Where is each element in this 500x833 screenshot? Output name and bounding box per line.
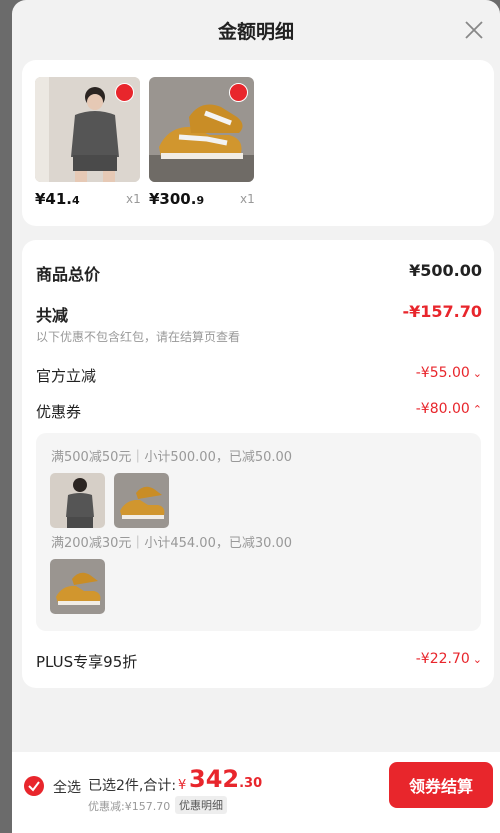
total-amount: 342.30 <box>189 765 263 793</box>
product-price: ¥41.4 <box>35 190 80 208</box>
coupon-product-thumb <box>50 559 105 614</box>
close-icon[interactable] <box>462 18 486 42</box>
selected-check-icon[interactable] <box>115 83 134 102</box>
product-image-tshirt[interactable] <box>35 77 140 182</box>
selected-check-icon[interactable] <box>229 83 248 102</box>
selected-count: 已选2件,合计: <box>88 778 177 794</box>
plus-value: -¥22.70 ⌄ <box>415 651 482 667</box>
coupon-product-thumb <box>50 473 105 528</box>
official-label: 官方立减 <box>36 367 97 385</box>
total-value: ¥500.00 <box>409 261 482 280</box>
discount-text: 优惠减:¥157.70 <box>88 800 171 813</box>
product-card: ¥41.4 x1 ¥300.9 x1 <box>22 60 494 226</box>
checkout-button[interactable]: 领券结算 <box>389 762 493 808</box>
coupon-value: -¥80.00 ⌃ <box>415 401 482 417</box>
price-summary-card: 商品总价 ¥500.00 共减 -¥157.70 以下优惠不包含红包，请在结算页… <box>22 240 494 688</box>
chevron-down-icon: ⌄ <box>472 367 482 380</box>
sheet-title: 金额明细 <box>217 21 294 43</box>
select-all-label[interactable]: 全选 <box>53 777 81 797</box>
checkmark-icon <box>28 781 40 792</box>
total-currency: ¥ <box>178 778 187 793</box>
official-value: -¥55.00 ⌄ <box>415 365 482 381</box>
product-image-sneaker[interactable] <box>149 77 254 182</box>
checkout-bar: 全选 已选2件,合计: ¥ 342.30 优惠减:¥157.70 优惠明细 领券… <box>12 752 500 833</box>
chevron-down-icon: ⌄ <box>472 653 482 666</box>
total-label: 商品总价 <box>36 265 101 284</box>
reduce-note: 以下优惠不包含红包，请在结算页查看 <box>36 330 241 344</box>
chevron-up-icon: ⌃ <box>472 403 482 416</box>
product-qty: x1 <box>126 192 141 206</box>
coupon-line: 满200减30元｜小计454.00，已减30.00 <box>51 536 293 551</box>
amount-detail-sheet: 金额明细 ¥41.4 x1 ¥300.9 x1 商品总价 ¥500.00 共减 … <box>12 0 500 833</box>
coupon-product-thumb <box>114 473 169 528</box>
coupon-detail-box: 满500减50元｜小计500.00，已减50.00 满200减30元｜小计454… <box>36 433 481 631</box>
product-price: ¥300.9 <box>149 190 205 208</box>
coupon-label: 优惠券 <box>36 403 82 421</box>
reduce-value: -¥157.70 <box>402 302 482 321</box>
select-all-checkbox[interactable] <box>24 776 44 796</box>
discount-detail-tag[interactable]: 优惠明细 <box>175 796 227 814</box>
plus-label: PLUS专享95折 <box>36 653 138 671</box>
sheet-header: 金额明细 <box>12 0 500 58</box>
coupon-line: 满500减50元｜小计500.00，已减50.00 <box>51 450 293 465</box>
product-qty: x1 <box>240 192 255 206</box>
reduce-label: 共减 <box>36 306 69 325</box>
